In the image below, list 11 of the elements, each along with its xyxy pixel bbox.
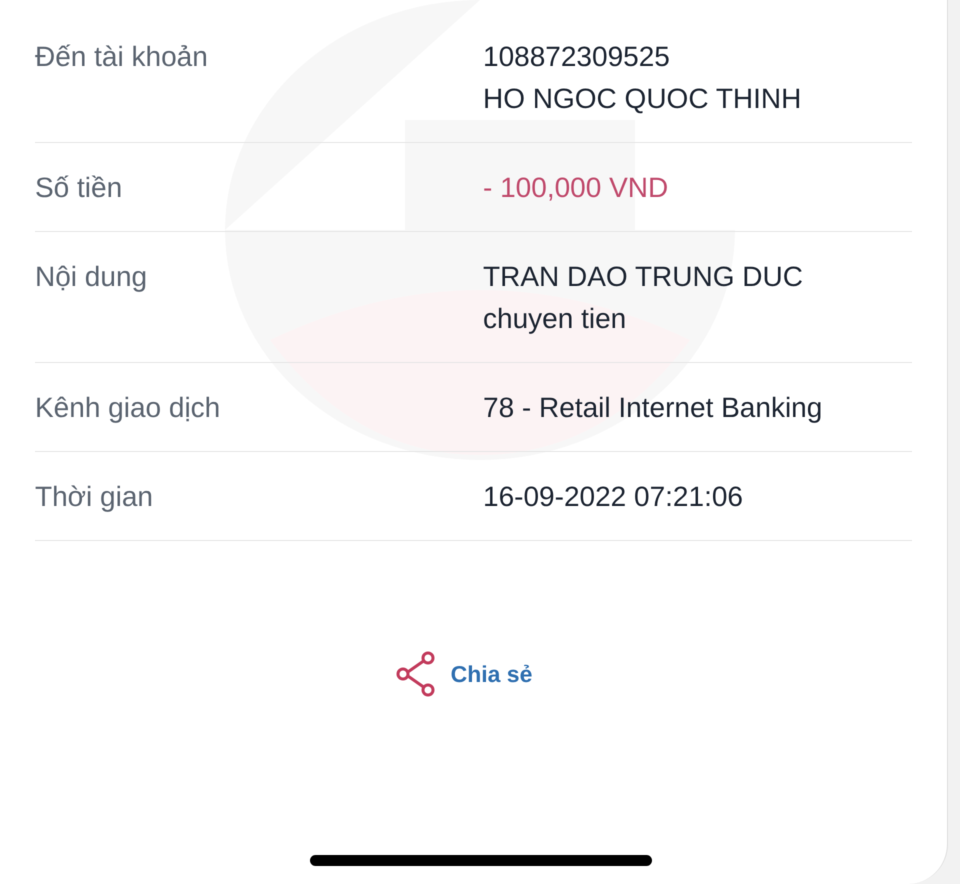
detail-value: 16-09-2022 07:21:06 (483, 480, 743, 514)
detail-value: - 100,000 VND (483, 171, 668, 205)
detail-value: TRAN DAO TRUNG DUC chuyen tien (483, 260, 803, 336)
detail-label: Đến tài khoản (35, 40, 209, 74)
detail-value: 108872309525 HO NGOC QUOC THINH (483, 40, 802, 116)
detail-value: 78 - Retail Internet Banking (483, 391, 822, 425)
detail-label: Nội dung (35, 260, 148, 294)
detail-label: Thời gian (35, 480, 154, 514)
share-icon (394, 650, 437, 698)
detail-label: Kênh giao dịch (35, 391, 222, 425)
detail-label: Số tiền (35, 171, 124, 205)
